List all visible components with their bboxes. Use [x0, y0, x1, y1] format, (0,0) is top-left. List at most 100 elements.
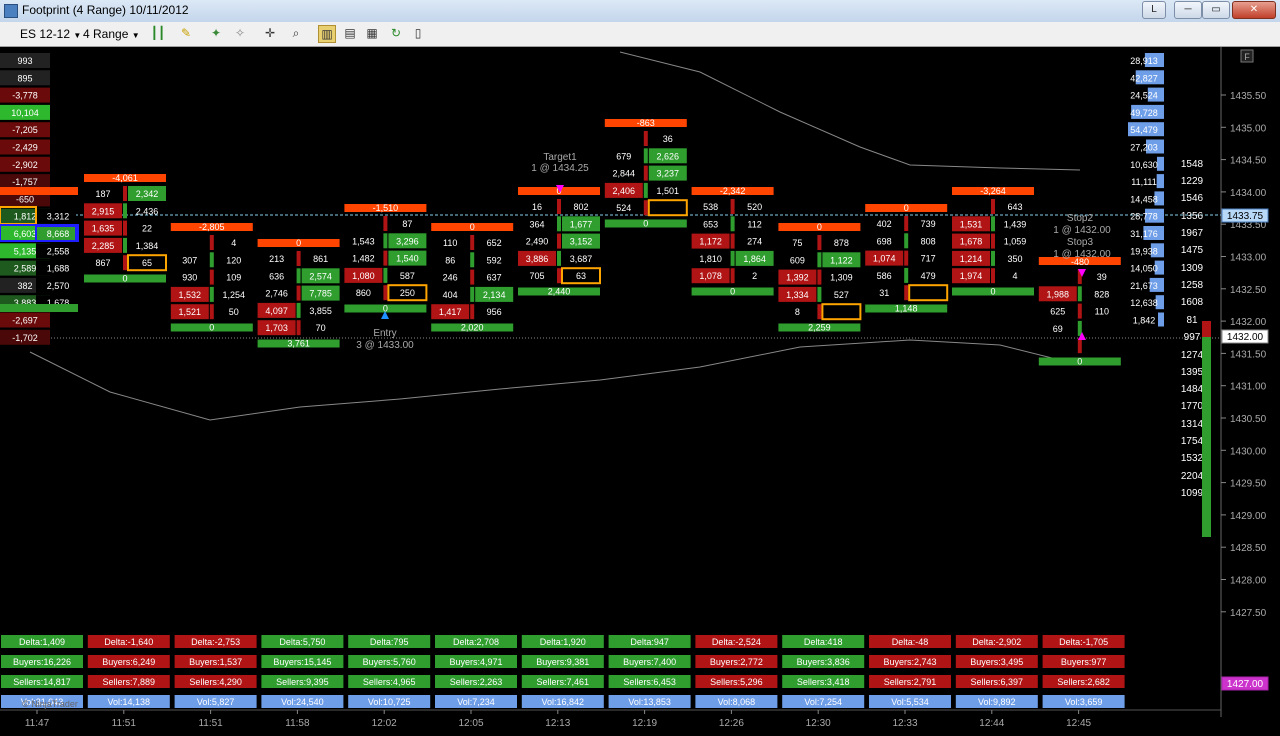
- candle-body-segment: [383, 250, 388, 266]
- sell-value: 31: [879, 288, 889, 298]
- first-col-value: -1,757: [12, 177, 38, 187]
- layout-icon[interactable]: ▯: [410, 25, 426, 41]
- summary-vol-value: Vol:9,892: [978, 697, 1016, 707]
- candle-body-segment: [470, 286, 475, 302]
- data-box-icon[interactable]: ▤: [342, 25, 358, 41]
- sell-value: 402: [877, 219, 892, 229]
- price-axis-label: 1427.50: [1230, 608, 1267, 619]
- pencil-draw-icon[interactable]: ✎: [178, 25, 194, 41]
- candle-body-segment: [557, 199, 561, 214]
- time-axis-label: 12:05: [458, 718, 483, 729]
- chart-trader-icon[interactable]: ▦: [364, 25, 380, 41]
- side-number: 1608: [1181, 297, 1204, 308]
- summary-vol-value: Vol:14,138: [108, 697, 151, 707]
- zoom-icon[interactable]: ⌕: [288, 25, 304, 41]
- summary-sellers-value: Sellers:9,395: [276, 677, 329, 687]
- summary-delta-value: Delta:-2,524: [712, 637, 761, 647]
- buy-value: 527: [834, 290, 849, 300]
- sell-value: 625: [1050, 307, 1065, 317]
- first-col-value: 1,812: [14, 212, 37, 222]
- candle-body-segment: [817, 235, 822, 250]
- buy-value: 587: [400, 271, 415, 281]
- candle-body-segment: [817, 286, 822, 302]
- buy-value: 65: [142, 258, 152, 268]
- sell-value: 246: [443, 273, 458, 283]
- summary-delta-value: Delta:1,409: [19, 637, 65, 647]
- bar-delta-value: 0: [817, 222, 822, 232]
- candle-body-segment: [730, 233, 735, 249]
- buy-value: 3,855: [309, 306, 332, 316]
- window-title: Footprint (4 Range) 10/11/2012: [22, 3, 189, 17]
- candle-body-segment: [296, 268, 301, 284]
- volume-profile-value: 19,938: [1130, 246, 1158, 256]
- candle-body-segment: [904, 285, 909, 301]
- sell-value: 110: [443, 238, 457, 248]
- bar-delta-value: -2,805: [199, 222, 225, 232]
- period-selector[interactable]: 4 Range ▼: [83, 27, 140, 41]
- buy-value: 652: [487, 238, 502, 248]
- sell-value: 524: [616, 203, 631, 213]
- first-col-overlay-value: 2,558: [47, 246, 70, 256]
- candle-body-segment: [991, 216, 995, 232]
- summary-buyers-value: Buyers:16,226: [13, 657, 71, 667]
- chart-canvas: 1435.501435.001434.501434.001433.501433.…: [0, 47, 1269, 729]
- footprint-chart[interactable]: 1435.50 1435.00 1434.50 1434.00 1433.50 1433.…: [0, 47, 1280, 736]
- candle-body-segment: [643, 148, 648, 164]
- close-button[interactable]: ✕: [1232, 1, 1276, 19]
- sell-value: 2,490: [526, 237, 549, 247]
- upper-band-line: [619, 51, 1081, 171]
- price-axis-label: 1431.00: [1230, 382, 1267, 393]
- refresh-icon[interactable]: ↻: [388, 25, 404, 41]
- side-number: 1967: [1181, 228, 1204, 239]
- buy-value: 878: [834, 238, 849, 248]
- add-indicator-icon[interactable]: ✦: [208, 25, 224, 41]
- bar-delta-value: -4,061: [112, 173, 138, 183]
- first-col-value: -2,902: [12, 160, 38, 170]
- sell-value: 653: [703, 219, 718, 229]
- first-col-value: -2,429: [12, 143, 38, 153]
- buy-value: 1,059: [1004, 237, 1027, 247]
- volume-profile-value: 14,458: [1130, 194, 1158, 204]
- candle-body-segment: [470, 235, 475, 250]
- buy-value: 3,687: [570, 254, 593, 264]
- buy-value: 1,384: [136, 241, 159, 251]
- crosshair-icon[interactable]: ✛: [262, 25, 278, 41]
- sell-value: 1,974: [960, 271, 983, 281]
- sell-value: 586: [877, 271, 892, 281]
- summary-buyers-value: Buyers:3,495: [970, 657, 1023, 667]
- buy-value: 250: [400, 288, 415, 298]
- summary-sellers-value: Sellers:5,296: [710, 677, 763, 687]
- instrument-selector[interactable]: ES 12-12 ▼: [20, 27, 81, 41]
- first-col-value: 6,603: [14, 229, 37, 239]
- properties-icon[interactable]: ▥: [318, 25, 336, 43]
- price-axis-label: 1434.50: [1230, 156, 1267, 167]
- summary-buyers-value: Buyers:6,249: [102, 657, 155, 667]
- price-tag-1427-label: 1427.00: [1227, 679, 1264, 690]
- link-button[interactable]: L: [1142, 1, 1166, 19]
- summary-buyers-value: Buyers:2,772: [710, 657, 763, 667]
- candle-body-segment: [557, 233, 561, 249]
- target1-detail: 1 @ 1434.25: [531, 163, 589, 174]
- summary-buyers-value: Buyers:5,760: [363, 657, 416, 667]
- add-strategy-icon[interactable]: ✧: [232, 25, 248, 41]
- sell-value: 1,531: [960, 219, 983, 229]
- sell-value: 1,543: [352, 236, 375, 246]
- buy-value: 1,122: [830, 255, 853, 265]
- sell-value: 1,214: [960, 254, 983, 264]
- minimize-button[interactable]: ─: [1174, 1, 1202, 19]
- candle-body-segment: [123, 220, 127, 236]
- candle-body-segment: [296, 302, 301, 318]
- first-col-overlay-value: 3,312: [47, 212, 70, 222]
- candle-body-segment: [991, 199, 995, 214]
- summary-buyers-value: Buyers:977: [1061, 657, 1107, 667]
- bar-delta-value: -1,510: [373, 203, 399, 213]
- candle-body-segment: [209, 235, 214, 250]
- maximize-button[interactable]: ▭: [1202, 1, 1230, 19]
- side-number: 1484: [1181, 384, 1204, 395]
- summary-sellers-value: Sellers:6,453: [623, 677, 676, 687]
- candle-body-segment: [643, 200, 648, 216]
- sell-value: 705: [529, 271, 544, 281]
- side-delta-red: [1202, 321, 1211, 337]
- price-axis-label: 1430.50: [1230, 414, 1267, 425]
- bar-style-icon[interactable]: ┃┃: [150, 25, 166, 41]
